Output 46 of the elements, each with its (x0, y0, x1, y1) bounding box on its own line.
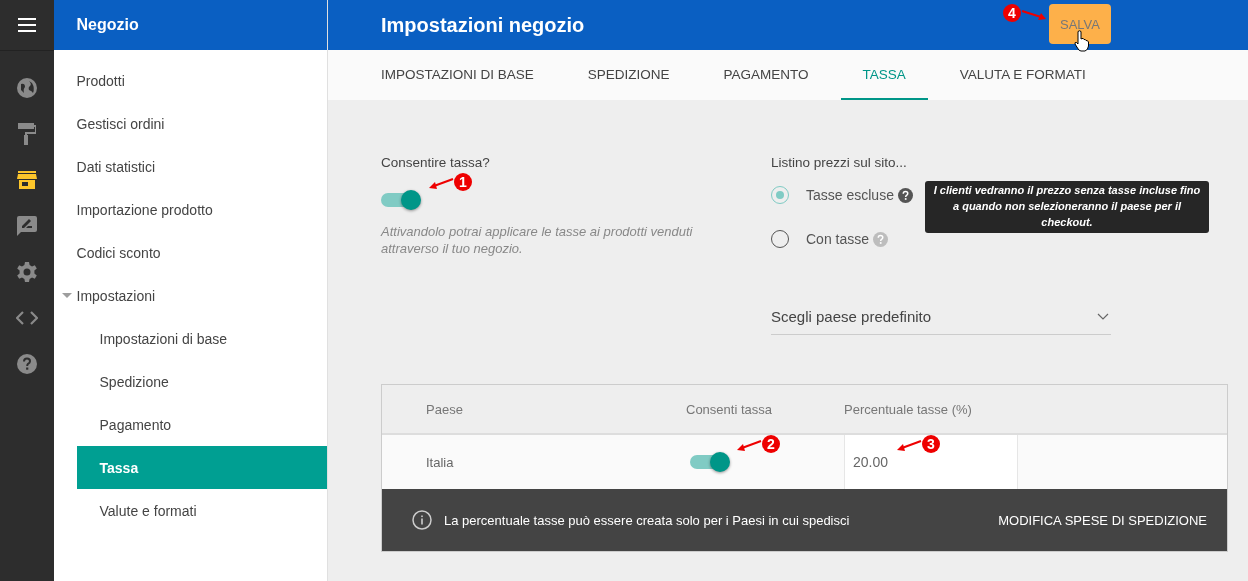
tab[interactable]: IMPOSTAZIONI DI BASE (381, 50, 534, 100)
help-text: Attivandolo potrai applicare le tasse ai prodotti venduti attraverso il tuo negozio. (381, 223, 694, 257)
nav-item[interactable]: Prodotti (76, 59, 327, 102)
info-icon (412, 510, 432, 530)
field-label: Consentire tassa? (381, 155, 491, 172)
edit-shipping-link[interactable]: MODIFICA SPESE DI SPEDIZIONE (998, 512, 1207, 528)
nav-item[interactable]: Pagamento (76, 403, 327, 446)
tab[interactable]: VALUTA E FORMATI (959, 50, 1086, 100)
help-icon[interactable] (897, 187, 913, 203)
nav-item[interactable]: Codici sconto (76, 231, 327, 274)
nav-item[interactable]: Gestisci ordini (76, 102, 327, 145)
nav-title: Negozio (76, 16, 139, 34)
nav-item[interactable]: Impostazioni (76, 274, 327, 317)
menu-icon[interactable] (17, 18, 36, 32)
tab[interactable]: PAGAMENTO (723, 50, 809, 100)
caret-icon[interactable] (61, 293, 72, 299)
arrow-icon (736, 439, 762, 453)
nav-item[interactable]: Dati statistici (76, 145, 327, 188)
paint-roller-icon[interactable] (17, 123, 36, 145)
settings-icon[interactable] (16, 262, 37, 282)
nav-item[interactable]: Importazione prodotto (76, 188, 327, 231)
page-title: Impostazioni negozio (381, 13, 585, 37)
nav-item[interactable]: Impostazioni di base (76, 317, 327, 360)
chevron-down-icon (1097, 313, 1109, 320)
tab[interactable]: TASSA (840, 50, 928, 100)
tooltip: I clienti vedranno il prezzo senza tasse incluse fino a quando non selezioneranno il paese per il checkout. (925, 181, 1209, 233)
globe-icon[interactable] (16, 78, 37, 98)
radio-label: Tasse escluse (806, 187, 894, 203)
column-header: Paese (425, 401, 464, 417)
arrow-icon (896, 439, 922, 453)
chat-pencil-icon[interactable] (16, 216, 37, 236)
table-cell-text: Italia (425, 453, 455, 472)
notice-text: La percentuale tasse può essere creata solo per i Paesi in cui spedisci (444, 512, 851, 528)
tab[interactable]: SPEDIZIONE (587, 50, 670, 100)
help-icon[interactable] (16, 354, 37, 374)
column-header: Consenti tassa (686, 401, 773, 417)
code-icon[interactable] (15, 311, 38, 325)
radio-label: Con tasse (806, 231, 870, 247)
country-dropdown[interactable]: Scegli paese predefinito (771, 299, 1111, 335)
store-icon[interactable] (16, 171, 37, 189)
nav-item[interactable]: Spedizione (76, 360, 327, 403)
column-header: Percentuale tasse (%) (844, 401, 973, 417)
arrow-icon (1021, 8, 1047, 22)
field-label: Listino prezzi sul sito... (771, 155, 908, 172)
arrow-icon (428, 177, 454, 191)
nav-item[interactable]: Valute e formati (76, 489, 327, 532)
